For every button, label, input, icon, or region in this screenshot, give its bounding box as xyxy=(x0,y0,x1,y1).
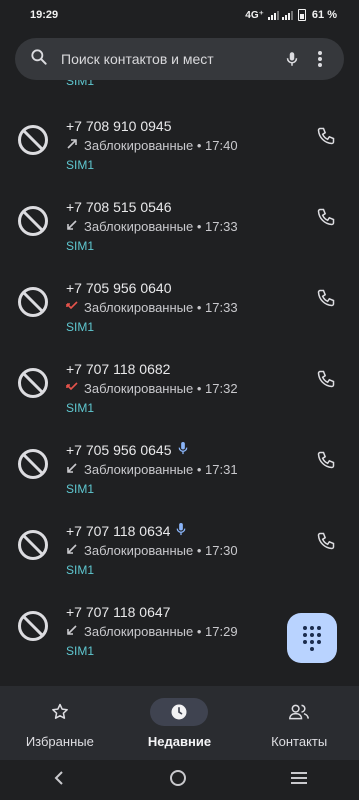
call-meta: Заблокированные • 17:40 xyxy=(66,138,238,153)
sim-label: SIM1 xyxy=(66,563,95,577)
status-icons: 4G⁺ 61 % xyxy=(245,9,337,21)
call-status: Заблокированные • 17:40 xyxy=(84,138,238,153)
call-button[interactable] xyxy=(312,203,340,231)
call-status: Заблокированные • 17:29 xyxy=(84,624,238,639)
sim-label: SIM1 xyxy=(66,401,95,415)
dialpad-button[interactable] xyxy=(287,613,337,663)
nav-favorites[interactable]: Избранные xyxy=(5,686,115,760)
voicemail-mic-icon xyxy=(176,523,186,539)
missed-call-icon xyxy=(66,300,78,315)
dialpad-icon xyxy=(303,625,321,651)
battery-icon xyxy=(297,9,306,21)
signal-icon xyxy=(267,10,279,20)
call-log-row[interactable]: +7 705 956 0645 Заблокированные • 17:31 … xyxy=(0,442,359,523)
blocked-icon xyxy=(16,528,50,562)
call-status: Заблокированные • 17:30 xyxy=(84,543,238,558)
mic-icon[interactable] xyxy=(278,45,306,73)
call-meta: Заблокированные • 17:33 xyxy=(66,219,238,234)
call-log-row[interactable]: +7 705 956 0640 Заблокированные • 17:33 … xyxy=(0,280,359,361)
call-log-list: +7 708 910 0945 Заблокированные • 17:40 … xyxy=(0,80,359,686)
call-button[interactable] xyxy=(312,365,340,393)
incoming-call-icon xyxy=(66,624,78,639)
phone-number-text: +7 707 118 0682 xyxy=(66,361,171,377)
call-button[interactable] xyxy=(312,527,340,555)
call-log-row[interactable]: +7 707 118 0634 Заблокированные • 17:30 … xyxy=(0,523,359,604)
call-button[interactable] xyxy=(312,122,340,150)
phone-number: +7 708 910 0945 xyxy=(66,118,172,134)
voicemail-mic-icon xyxy=(178,442,188,458)
phone-number-text: +7 708 910 0945 xyxy=(66,118,172,134)
phone-number: +7 705 956 0645 xyxy=(66,442,188,458)
call-status: Заблокированные • 17:33 xyxy=(84,219,238,234)
system-navigation-bar xyxy=(0,760,359,800)
call-meta: Заблокированные • 17:30 xyxy=(66,543,238,558)
call-meta: Заблокированные • 17:29 xyxy=(66,624,238,639)
outgoing-call-icon xyxy=(66,138,78,153)
call-log-row[interactable]: +7 708 910 0945 Заблокированные • 17:40 … xyxy=(0,118,359,199)
missed-call-icon xyxy=(66,381,78,396)
recent-apps-icon[interactable] xyxy=(290,771,308,790)
network-type: 4G⁺ xyxy=(245,9,264,21)
call-meta: Заблокированные • 17:32 xyxy=(66,381,238,396)
phone-number-text: +7 705 956 0645 xyxy=(66,442,172,458)
sim-label: SIM1 xyxy=(66,644,95,658)
sim-label: SIM1 xyxy=(66,320,95,334)
call-log-row[interactable]: +7 707 118 0682 Заблокированные • 17:32 … xyxy=(0,361,359,442)
phone-number-text: +7 708 515 0546 xyxy=(66,199,172,215)
phone-number-text: +7 707 118 0634 xyxy=(66,523,171,539)
nav-contacts[interactable]: Контакты xyxy=(244,686,354,760)
search-icon xyxy=(29,47,49,72)
phone-number-text: +7 707 118 0647 xyxy=(66,604,171,620)
star-icon xyxy=(31,698,89,726)
blocked-icon xyxy=(16,609,50,643)
call-meta: Заблокированные • 17:33 xyxy=(66,300,238,315)
clock-icon xyxy=(150,698,209,726)
sim-label: SIM1 xyxy=(66,158,95,172)
sim-label: SIM1 xyxy=(66,239,95,253)
phone-number: +7 707 118 0682 xyxy=(66,361,170,377)
nav-label: Контакты xyxy=(271,734,328,749)
battery-percent: 61 % xyxy=(311,9,337,21)
search-bar[interactable]: Поиск контактов и мест xyxy=(15,38,344,80)
phone-number: +7 707 118 0634 xyxy=(66,523,186,539)
clock-time: 19:29 xyxy=(30,9,59,21)
status-bar: 19:29 4G⁺ 61 % xyxy=(0,0,359,30)
sim-label: SIM1 xyxy=(66,482,95,496)
call-status: Заблокированные • 17:32 xyxy=(84,381,238,396)
phone-number-text: +7 705 956 0640 xyxy=(66,280,172,296)
call-status: Заблокированные • 17:33 xyxy=(84,300,238,315)
blocked-icon xyxy=(16,123,50,157)
incoming-call-icon xyxy=(66,543,78,558)
contacts-icon xyxy=(270,698,328,726)
nav-label: Недавние xyxy=(147,734,212,749)
call-meta: Заблокированные • 17:31 xyxy=(66,462,238,477)
blocked-icon xyxy=(16,366,50,400)
call-button[interactable] xyxy=(312,284,340,312)
incoming-call-icon xyxy=(66,462,78,477)
home-icon[interactable] xyxy=(169,769,187,792)
call-button[interactable] xyxy=(312,446,340,474)
more-options-icon[interactable] xyxy=(306,45,334,73)
incoming-call-icon xyxy=(66,219,78,234)
blocked-icon xyxy=(16,204,50,238)
blocked-icon xyxy=(16,447,50,481)
signal-icon-2 xyxy=(281,10,293,20)
phone-number: +7 707 118 0647 xyxy=(66,604,170,620)
call-log-row[interactable]: +7 708 515 0546 Заблокированные • 17:33 … xyxy=(0,199,359,280)
phone-number: +7 708 515 0546 xyxy=(66,199,172,215)
blocked-icon xyxy=(16,285,50,319)
nav-recents[interactable]: Недавние xyxy=(124,686,234,760)
search-input[interactable]: Поиск контактов и мест xyxy=(61,51,278,67)
phone-number: +7 705 956 0640 xyxy=(66,280,172,296)
back-icon[interactable] xyxy=(51,770,67,791)
nav-label: Избранные xyxy=(25,734,94,749)
bottom-navigation: Избранные Недавние Контакты xyxy=(0,686,359,760)
call-status: Заблокированные • 17:31 xyxy=(84,462,238,477)
